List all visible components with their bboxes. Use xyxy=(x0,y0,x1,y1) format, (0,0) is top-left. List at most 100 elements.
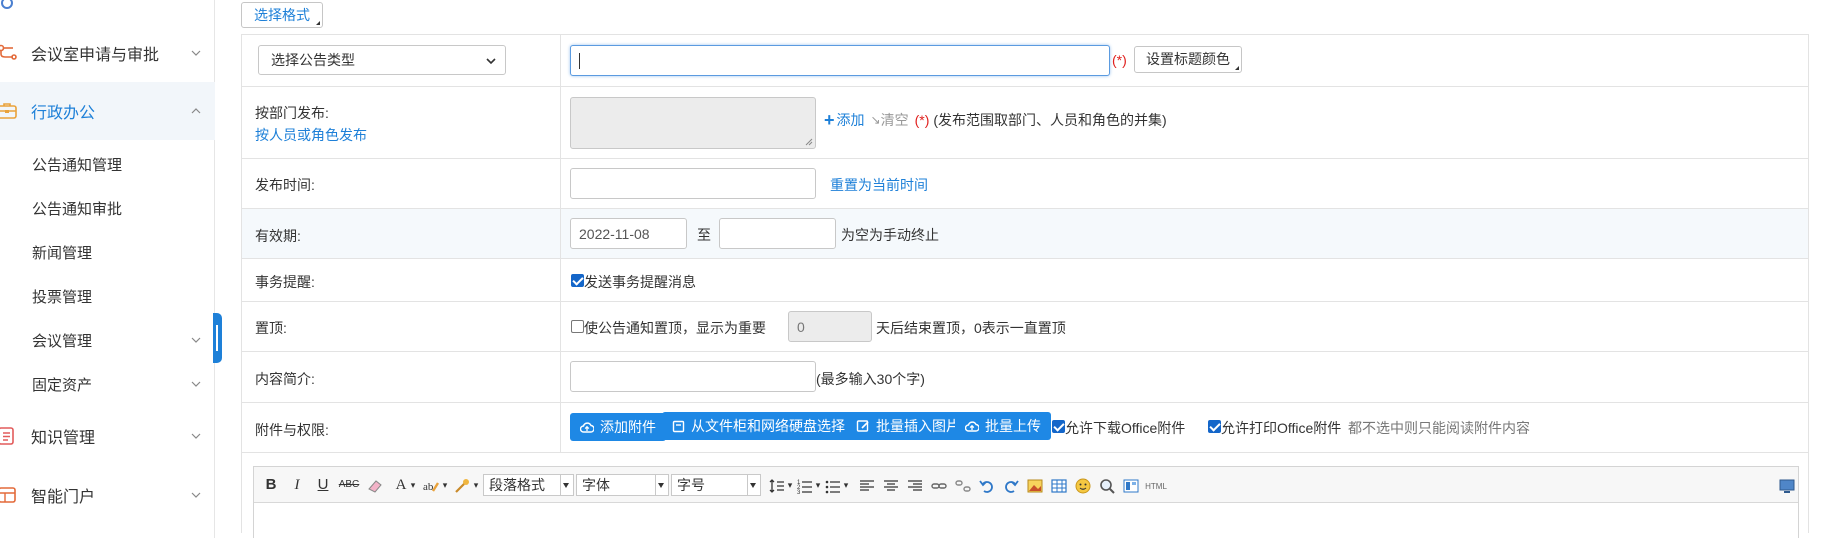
align-center-icon[interactable] xyxy=(882,476,900,496)
cloud-upload-icon xyxy=(580,422,594,433)
align-left-icon[interactable] xyxy=(858,476,876,496)
form-row-validity: 有效期: 2022-11-08 至 为空为手动终止 xyxy=(242,209,1808,259)
align-right-icon[interactable] xyxy=(906,476,924,496)
sidebar-collapse-handle[interactable] xyxy=(213,313,222,363)
dept-actions: + 添加 ↘ 清空 (*) (发布范围取部门、人员和角色的并集) xyxy=(824,110,1167,130)
eraser-icon[interactable] xyxy=(366,476,384,496)
sidebar-item-knowledge[interactable]: 知识管理 xyxy=(0,416,215,456)
ordered-list-dropdown-icon[interactable]: ▾ xyxy=(814,475,822,495)
notice-type-select-value: 选择公告类型 xyxy=(271,52,355,68)
paragraph-format-select[interactable]: 段落格式 xyxy=(483,474,574,496)
top-label: 置顶: xyxy=(255,320,287,336)
form-value-cell: (*) 设置标题颜色 xyxy=(562,35,1808,86)
strikethrough-button[interactable]: ABC xyxy=(338,475,360,495)
publish-by-user-role-link[interactable]: 按人员或角色发布 xyxy=(255,125,367,145)
font-color-dropdown-icon[interactable]: ▾ xyxy=(409,475,417,495)
allow-download-label: 允许下载Office附件 xyxy=(1065,420,1186,436)
attach-label: 附件与权限: xyxy=(255,422,329,438)
ordered-list-icon[interactable]: 123 xyxy=(796,476,814,496)
font-color-button[interactable]: A xyxy=(394,475,408,495)
format-painter-dropdown-icon[interactable]: ▾ xyxy=(472,475,480,495)
reminder-checkbox[interactable] xyxy=(571,274,584,287)
format-painter-icon[interactable] xyxy=(453,476,471,496)
validity-label: 有效期: xyxy=(255,228,301,244)
template-icon[interactable] xyxy=(1122,476,1140,496)
fullscreen-icon[interactable] xyxy=(1778,476,1796,496)
italic-button[interactable]: I xyxy=(290,475,304,495)
form-label-cell: 置顶: xyxy=(242,302,561,351)
sidebar-item-vote[interactable]: 投票管理 xyxy=(0,286,215,306)
add-dept-link[interactable]: 添加 xyxy=(837,110,865,130)
title-input[interactable] xyxy=(570,45,1110,76)
chevron-down-icon xyxy=(191,492,201,498)
allow-print-checkbox[interactable] xyxy=(1208,420,1221,433)
validity-start-input[interactable]: 2022-11-08 xyxy=(570,218,687,249)
form-label-cell: 内容简介: xyxy=(242,352,561,402)
font-size-select[interactable]: 字号 xyxy=(671,474,761,496)
form-label-cell: 按部门发布: 按人员或角色发布 xyxy=(242,87,561,158)
underline-button[interactable]: U xyxy=(316,475,330,495)
chevron-up-icon xyxy=(191,108,201,114)
form-value-cell: 2022-11-08 至 为空为手动终止 xyxy=(562,209,1808,258)
dept-hint: (发布范围取部门、人员和角色的并集) xyxy=(933,112,1167,128)
undo-icon[interactable] xyxy=(978,476,996,496)
validity-hint: 为空为手动终止 xyxy=(841,227,939,243)
sidebar-item-meeting-approval[interactable]: 会议室申请与审批 xyxy=(0,33,215,73)
meeting-flow-icon xyxy=(0,44,17,60)
unlink-icon[interactable] xyxy=(954,476,972,496)
set-title-color-button[interactable]: 设置标题颜色 xyxy=(1134,46,1242,73)
allow-download-checkbox[interactable] xyxy=(1052,420,1065,433)
plus-icon: + xyxy=(824,110,835,130)
html-source-button[interactable]: HTML xyxy=(1144,477,1168,497)
highlight-dropdown-icon[interactable]: ▾ xyxy=(441,475,449,495)
select-format-button[interactable]: 选择格式 xyxy=(241,2,323,28)
sidebar-item-news[interactable]: 新闻管理 xyxy=(0,242,215,262)
summary-hint: (最多输入30个字) xyxy=(816,371,925,387)
validity-end-input[interactable] xyxy=(719,218,836,249)
form-label-cell: 事务提醒: xyxy=(242,259,561,301)
pin-days-input[interactable]: 0 xyxy=(788,311,872,342)
table-icon[interactable] xyxy=(1050,476,1068,496)
line-height-dropdown-icon[interactable]: ▾ xyxy=(786,475,794,495)
chevron-down-icon xyxy=(191,50,201,56)
chevron-down-icon xyxy=(486,58,496,65)
sidebar-item-partial[interactable] xyxy=(0,0,215,20)
highlight-icon[interactable]: ab xyxy=(422,476,440,496)
unordered-list-icon[interactable] xyxy=(824,476,842,496)
sidebar-item-notice-manage[interactable]: 公告通知管理 xyxy=(0,154,215,174)
sidebar-item-fixed-assets[interactable]: 固定资产 xyxy=(0,374,215,394)
batch-upload-button[interactable]: 批量上传 xyxy=(955,412,1051,440)
bold-button[interactable]: B xyxy=(264,475,278,495)
insert-image-icon[interactable] xyxy=(1026,476,1044,496)
sidebar-item-portal[interactable]: 智能门户 xyxy=(0,475,215,515)
link-icon[interactable] xyxy=(930,476,948,496)
form-label-cell: 发布时间: xyxy=(242,159,561,208)
department-textarea[interactable] xyxy=(570,97,816,149)
clear-dept-link[interactable]: 清空 xyxy=(881,110,909,130)
batch-insert-images-button[interactable]: 批量插入图片 xyxy=(846,412,970,440)
add-attachment-button[interactable]: 添加附件 xyxy=(570,413,666,441)
form-label-cell: 有效期: xyxy=(242,209,561,258)
emoticon-icon[interactable] xyxy=(1074,476,1092,496)
sidebar-item-meeting[interactable]: 会议管理 xyxy=(0,330,215,350)
form-value-cell: + 添加 ↘ 清空 (*) (发布范围取部门、人员和角色的并集) xyxy=(562,87,1808,158)
line-height-icon[interactable] xyxy=(768,476,786,496)
redo-icon[interactable] xyxy=(1002,476,1020,496)
find-replace-icon[interactable] xyxy=(1098,476,1116,496)
allow-print-label: 允许打印Office附件 xyxy=(1221,420,1342,436)
publish-time-input[interactable] xyxy=(570,168,816,199)
reset-time-link[interactable]: 重置为当前时间 xyxy=(830,175,928,195)
notice-type-select[interactable]: 选择公告类型 xyxy=(258,45,506,75)
publish-time-label: 发布时间: xyxy=(255,177,315,193)
sidebar-item-notice-approval[interactable]: 公告通知审批 xyxy=(0,198,215,218)
clear-icon: ↘ xyxy=(870,113,881,127)
briefcase-icon xyxy=(0,103,17,119)
summary-input[interactable] xyxy=(570,361,816,392)
font-family-select[interactable]: 字体 xyxy=(576,474,669,496)
sidebar-item-admin-office[interactable]: 行政办公 xyxy=(0,82,215,140)
unordered-list-dropdown-icon[interactable]: ▾ xyxy=(842,475,850,495)
add-attachment-label: 添加附件 xyxy=(600,419,656,435)
form-row-pin: 置顶: 使公告通知置顶，显示为重要 0 天后结束置顶，0表示一直置顶 xyxy=(242,302,1808,352)
sidebar-item-label: 智能门户 xyxy=(31,489,96,506)
pin-top-checkbox[interactable] xyxy=(571,320,584,333)
